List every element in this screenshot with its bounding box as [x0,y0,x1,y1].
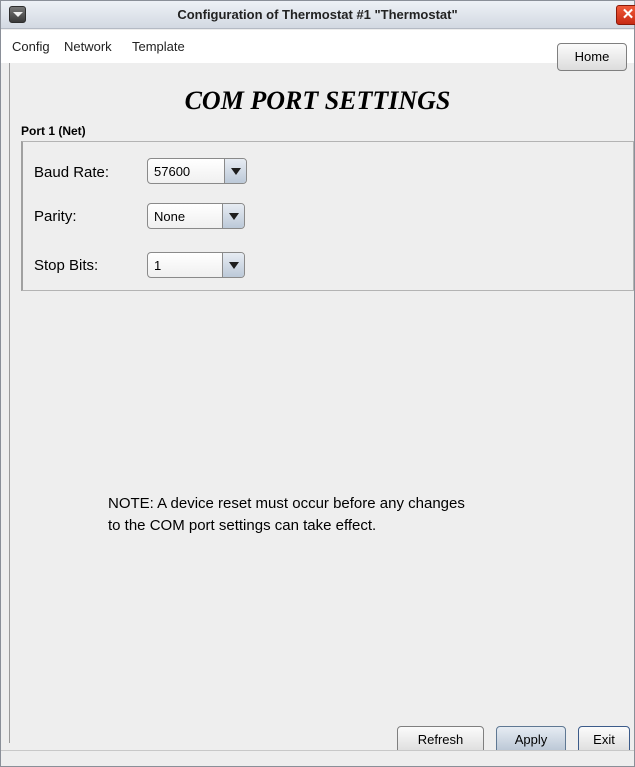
config-window: Configuration of Thermostat #1 "Thermost… [0,0,635,767]
bottom-edge [1,750,634,766]
menu-network[interactable]: Network [64,39,112,54]
note-line-2: to the COM port settings can take effect… [108,517,377,534]
page-title: COM PORT SETTINGS [184,86,451,115]
title-bar[interactable]: Configuration of Thermostat #1 "Thermost… [1,1,635,29]
stop-bits-value: 1 [154,258,162,273]
reset-note: NOTE: A device reset must occur before a… [108,493,568,537]
home-button[interactable]: Home [557,43,627,71]
dropdown-arrow-icon[interactable] [222,204,244,228]
port-group-label: Port 1 (Net) [21,124,86,138]
parity-select[interactable]: None [147,203,245,229]
left-edge-panel [1,63,10,743]
menu-config[interactable]: Config [12,39,50,54]
window-title: Configuration of Thermostat #1 "Thermost… [177,7,458,22]
stop-bits-select[interactable]: 1 [147,252,245,278]
parity-value: None [154,209,186,224]
port-settings-group [21,141,634,291]
baud-rate-value: 57600 [154,164,191,179]
menu-template[interactable]: Template [132,39,185,54]
close-icon[interactable]: ✕ [616,5,635,25]
note-line-1: NOTE: A device reset must occur before a… [108,495,465,512]
baud-rate-label: Baud Rate: [34,164,110,181]
menu-bar: Config Network Template [1,30,634,63]
baud-rate-select[interactable]: 57600 [147,158,247,184]
stop-bits-label: Stop Bits: [34,257,99,274]
parity-label: Parity: [34,208,77,225]
dropdown-arrow-icon[interactable] [224,159,246,183]
dropdown-arrow-icon[interactable] [222,253,244,277]
